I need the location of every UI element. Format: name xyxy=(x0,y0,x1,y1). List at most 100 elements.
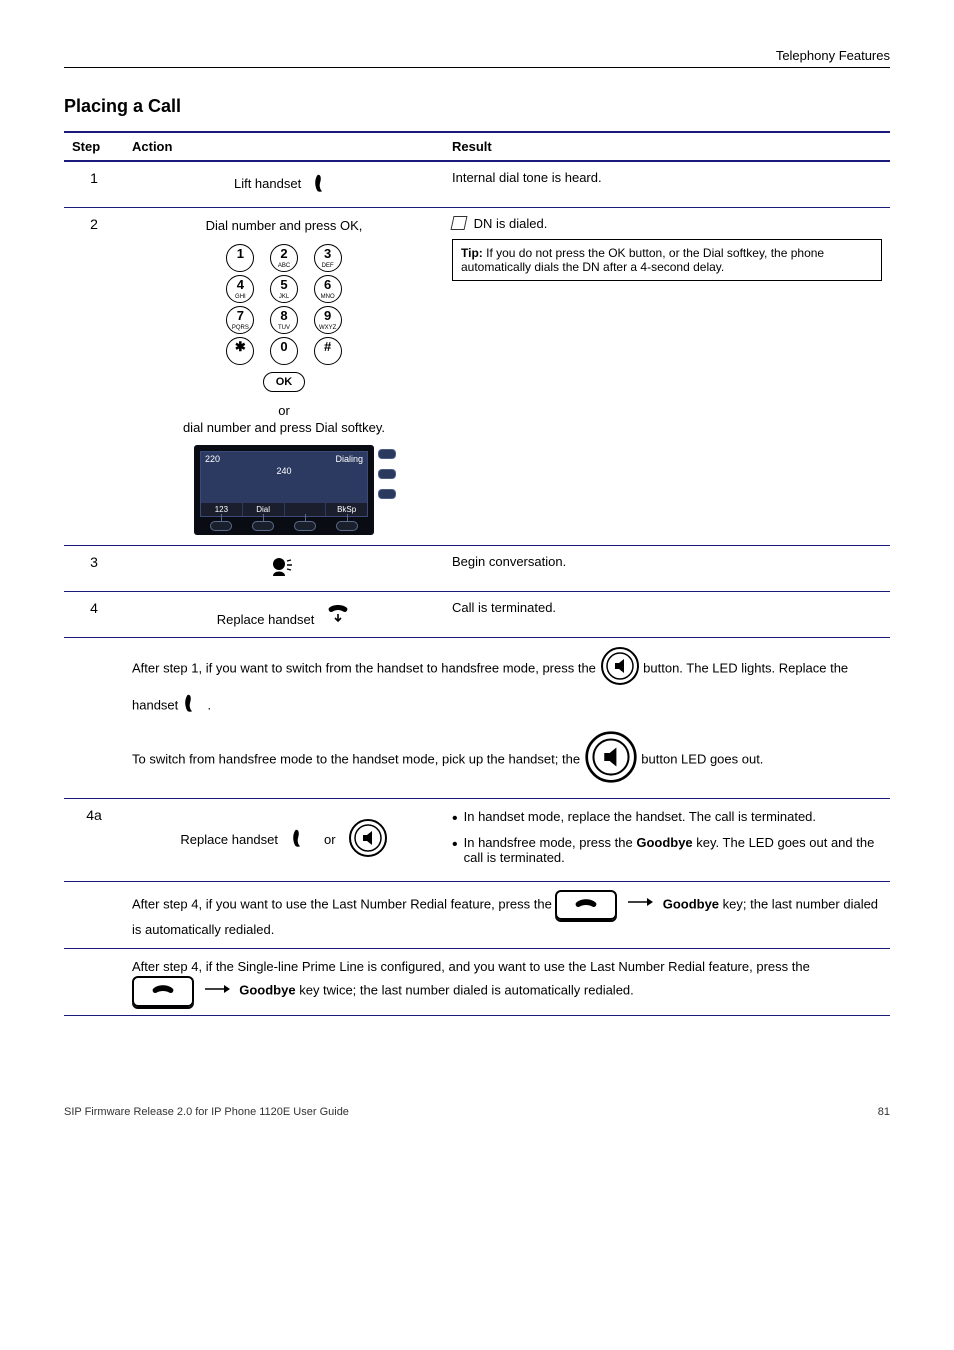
table-row: After step 4, if the Single-line Prime L… xyxy=(64,948,890,1015)
action-text: Lift handset xyxy=(234,176,301,191)
action-text: Replace handset xyxy=(180,832,278,847)
goodbye-key-icon xyxy=(132,976,194,1007)
bullet-text-part: In handsfree mode, press the xyxy=(464,835,637,850)
step-num: 2 xyxy=(64,208,124,546)
table-row: 3 Begin conversation. xyxy=(64,546,890,592)
key-3: 3DEF xyxy=(314,244,342,272)
action-cell: Lift handset xyxy=(124,161,444,208)
step-num: 4a xyxy=(64,798,124,881)
action-text: Dial number and press OK, xyxy=(132,218,436,233)
note-text: To switch from handsfree mode to the han… xyxy=(132,751,584,766)
action-cell: Replace handset xyxy=(124,592,444,638)
table-row: After step 4, if you want to use the Las… xyxy=(64,881,890,948)
result-text: Begin conversation. xyxy=(452,554,882,569)
softkey-button-icon xyxy=(336,521,358,531)
lcd-ext2: 240 xyxy=(276,466,291,476)
key-7: 7PQRS xyxy=(226,306,254,334)
action-or: or xyxy=(324,832,336,847)
step-num xyxy=(64,948,124,1015)
goodbye-key-name: Goodbye xyxy=(239,983,295,998)
key-hash: # xyxy=(314,337,342,365)
result-text: Call is terminated. xyxy=(452,600,882,615)
note-text: After step 4, if the Single-line Prime L… xyxy=(132,959,810,974)
table-row: After step 1, if you want to switch from… xyxy=(64,638,890,799)
result-cell: Begin conversation. xyxy=(444,546,890,592)
note-text: button LED goes out. xyxy=(641,751,763,766)
bullet-text: In handset mode, replace the handset. Th… xyxy=(464,809,816,824)
goodbye-key-icon xyxy=(555,890,617,921)
action-or: or xyxy=(132,403,436,418)
step-num: 4 xyxy=(64,592,124,638)
key-ok: OK xyxy=(263,372,306,392)
table-row: 2 Dial number and press OK, 1 2ABC 3DEF … xyxy=(64,208,890,546)
bullet-text: In handsfree mode, press the Goodbye key… xyxy=(464,835,882,865)
note-text: . xyxy=(208,697,212,712)
softkey-button-icon xyxy=(294,521,316,531)
result-cell: • In handset mode, replace the handset. … xyxy=(444,798,890,881)
phone-display-illustration: 220 Dialing 240 123 Dial BkSp xyxy=(194,445,374,535)
tip-box: Tip: If you do not press the OK button, … xyxy=(452,239,882,281)
result-cell: Internal dial tone is heard. xyxy=(444,161,890,208)
dialpad-illustration: 1 2ABC 3DEF 4GHI 5JKL 6MNO 7PQRS 8TUV 9W… xyxy=(220,241,347,395)
checkbox-icon xyxy=(451,216,468,230)
col-action: Action xyxy=(124,132,444,161)
col-result: Result xyxy=(444,132,890,161)
bullet-key-name: Goodbye xyxy=(636,835,692,850)
header-right: Telephony Features xyxy=(776,48,890,63)
key-6: 6MNO xyxy=(314,275,342,303)
line-key-icon xyxy=(378,469,396,479)
line-key-icon xyxy=(378,449,396,459)
action-cell: Dial number and press OK, 1 2ABC 3DEF 4G… xyxy=(124,208,444,546)
softkey-button-icon xyxy=(252,521,274,531)
line-key-icon xyxy=(378,489,396,499)
action-text: Replace handset xyxy=(217,612,315,627)
step-num xyxy=(64,638,124,799)
footer-left: SIP Firmware Release 2.0 for IP Phone 11… xyxy=(64,1106,349,1118)
note-text: key twice; the last number dialed is aut… xyxy=(299,983,634,998)
handset-icon xyxy=(182,692,204,720)
page-header: Telephony Features xyxy=(64,48,890,68)
handsfree-button-icon xyxy=(348,818,388,861)
key-2: 2ABC xyxy=(270,244,298,272)
handset-icon xyxy=(312,172,334,197)
handsfree-button-icon xyxy=(600,646,640,692)
step-num: 3 xyxy=(64,546,124,592)
lcd-status: Dialing xyxy=(335,454,363,464)
key-1: 1 xyxy=(226,244,254,272)
action-cell xyxy=(124,546,444,592)
footer-right: 81 xyxy=(878,1106,890,1118)
handset-icon xyxy=(290,827,312,852)
col-step: Step xyxy=(64,132,124,161)
tip-text: If you do not press the OK button, or th… xyxy=(461,246,824,274)
key-0: 0 xyxy=(270,337,298,365)
arrow-right-icon xyxy=(204,982,230,1002)
action-text: dial number and press Dial softkey. xyxy=(132,420,436,435)
talking-head-icon xyxy=(270,556,298,581)
key-4: 4GHI xyxy=(226,275,254,303)
note-text: After step 4, if you want to use the Las… xyxy=(132,896,555,911)
bullet-icon: • xyxy=(452,837,458,853)
section-title: Placing a Call xyxy=(64,96,890,117)
lcd-ext1: 220 xyxy=(205,454,220,464)
key-star: ✱ xyxy=(226,337,254,365)
note-cell: After step 4, if the Single-line Prime L… xyxy=(124,948,890,1015)
bullet-icon: • xyxy=(452,811,458,827)
table-row: 4a Replace handset or • In handset mode,… xyxy=(64,798,890,881)
key-8: 8TUV xyxy=(270,306,298,334)
note-text: After step 1, if you want to switch from… xyxy=(132,660,600,675)
note-cell: After step 4, if you want to use the Las… xyxy=(124,881,890,948)
note-cell: After step 1, if you want to switch from… xyxy=(124,638,890,799)
result-cell: DN is dialed. Tip: If you do not press t… xyxy=(444,208,890,546)
result-cell: Call is terminated. xyxy=(444,592,890,638)
handset-down-icon xyxy=(325,612,351,627)
table-row: 4 Replace handset Call is terminated. xyxy=(64,592,890,638)
key-5: 5JKL xyxy=(270,275,298,303)
step-num xyxy=(64,881,124,948)
action-cell: Replace handset or xyxy=(124,798,444,881)
tip-label: Tip: xyxy=(461,246,483,260)
key-9: 9WXYZ xyxy=(314,306,342,334)
table-row: 1 Lift handset Internal dial tone is hea… xyxy=(64,161,890,208)
result-text: Internal dial tone is heard. xyxy=(452,170,882,185)
goodbye-key-name: Goodbye xyxy=(663,896,719,911)
arrow-right-icon xyxy=(627,895,653,915)
